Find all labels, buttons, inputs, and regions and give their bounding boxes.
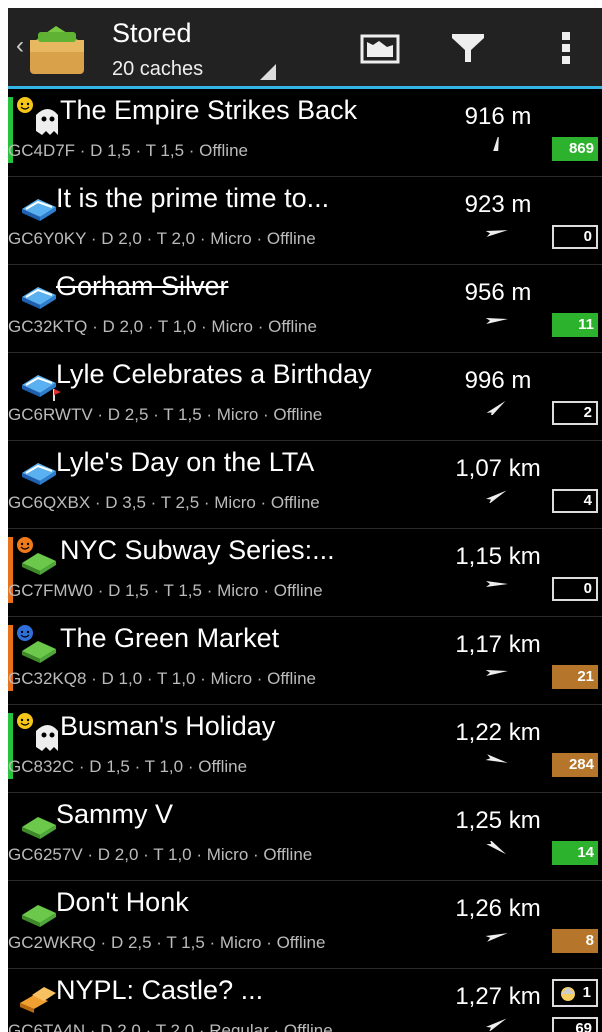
app-window: ‹ Stored 20 caches The Empire Strikes Ba… [8,8,602,1032]
cache-info: GC7FMW0 · D 1,5 · T 1,5 · Micro · Offlin… [8,581,323,600]
cache-distance: 1,26 km [455,895,541,922]
cgeo-logo-icon[interactable] [26,18,88,78]
cache-row[interactable]: Busman's Holiday GC832C · D 1,5 · T 1,0 ·… [8,705,602,793]
green-cache-blue-smiley-icon [14,623,62,667]
cache-distance: 923 m [464,191,532,218]
cache-info: GC32KTQ · D 2,0 · T 1,0 · Micro · Offlin… [8,317,317,336]
traditional-cache-icon [14,447,62,491]
cache-name: It is the prime time to... [56,183,330,213]
filter-icon[interactable] [446,26,490,70]
green-cache-smiley-icon [14,535,62,579]
ghost-icon [14,711,62,755]
direction-arrow-icon [486,401,506,415]
cache-name: NYPL: Castle? ... [56,975,264,1005]
cache-distance: 1,15 km [455,543,541,570]
found-count-badge: 284 [552,753,598,777]
cache-info: GC6QXBX · D 3,5 · T 2,5 · Micro · Offlin… [8,493,320,512]
direction-arrow-icon [485,490,507,503]
direction-arrow-icon [486,581,508,587]
page-title: Stored [112,18,192,48]
dropdown-indicator-icon[interactable] [260,64,276,80]
found-count-badge: 2 [552,401,598,425]
cache-info: GC4D7F · D 1,5 · T 1,5 · Offline [8,141,248,160]
cache-name: Lyle's Day on the LTA [56,447,315,477]
cache-info: GC6TA4N · D 2,0 · T 2,0 · Regular · Offl… [8,1021,333,1032]
cache-row[interactable]: Lyle Celebrates a Birthday GC6RWTV · D 2,… [8,353,602,441]
cache-distance: 1,17 km [455,631,541,658]
cache-distance: 1,27 km [455,983,541,1010]
cache-row[interactable]: The Green Market GC32KQ8 · D 1,0 · T 1,0 … [8,617,602,705]
direction-arrow-icon [485,669,508,676]
found-count-badge: 8 [552,929,598,953]
cache-name: NYC Subway Series:... [60,535,335,565]
trackable-count: 1 [582,984,591,1001]
cache-count: 20 caches [112,58,204,80]
multi-cache-icon [14,975,62,1019]
direction-arrow-icon [485,317,508,324]
found-count-badge: 869 [552,137,598,161]
cache-info: GC32KQ8 · D 1,0 · T 1,0 · Micro · Offlin… [8,669,316,688]
cache-info: GC832C · D 1,5 · T 1,0 · Offline [8,757,248,776]
found-count-badge: 21 [552,665,598,689]
overflow-menu-icon[interactable] [544,26,588,70]
cache-row[interactable]: Don't Honk GC2WKRQ · D 2,5 · T 1,5 · Micr… [8,881,602,969]
cache-row[interactable]: The Empire Strikes Back GC4D7F · D 1,5 · … [8,89,602,177]
cache-distance: 916 m [464,103,532,130]
traditional-cache-icon [14,271,62,315]
cache-distance: 956 m [464,279,532,306]
trackable-badge: 1 [552,979,598,1007]
cache-info: GC6Y0KY · D 2,0 · T 2,0 · Micro · Offlin… [8,229,316,248]
traditional-cache-flag-icon [14,359,62,403]
trackable-icon [561,987,575,1001]
direction-arrow-icon [486,841,507,855]
ghost-icon [14,95,62,139]
cache-name: Don't Honk [56,887,189,917]
cache-row[interactable]: Lyle's Day on the LTA GC6QXBX · D 3,5 · T… [8,441,602,529]
cache-list: The Empire Strikes Back GC4D7F · D 1,5 · … [8,89,602,1032]
action-bar: ‹ Stored 20 caches [8,8,602,86]
cache-distance: 1,25 km [455,807,541,834]
direction-arrow-icon [485,1018,507,1031]
cache-distance: 1,07 km [455,455,541,482]
green-cache-icon [14,887,62,931]
direction-arrow-icon [485,230,508,237]
found-count-badge: 11 [552,313,598,337]
cache-name: Gorham Silver [56,271,229,301]
cache-distance: 1,22 km [455,719,541,746]
direction-arrow-icon [492,137,499,151]
traditional-cache-icon [14,183,62,227]
cache-name: The Green Market [60,623,280,653]
cache-row[interactable]: NYC Subway Series:... GC7FMW0 · D 1,5 · T… [8,529,602,617]
cache-row[interactable]: Sammy V GC6257V · D 2,0 · T 1,0 · Micro ·… [8,793,602,881]
cache-name: Lyle Celebrates a Birthday [56,359,372,389]
found-count-badge: 69 [552,1017,598,1032]
map-icon[interactable] [358,26,402,70]
cache-row[interactable]: NYPL: Castle? ... GC6TA4N · D 2,0 · T 2,0… [8,969,602,1032]
green-cache-icon [14,799,62,843]
direction-arrow-icon [485,933,508,942]
found-count-badge: 14 [552,841,598,865]
direction-arrow-icon [485,754,508,763]
cache-distance: 996 m [464,367,532,394]
cache-name: Busman's Holiday [60,711,276,741]
back-chevron-icon[interactable]: ‹ [16,34,26,58]
cache-info: GC2WKRQ · D 2,5 · T 1,5 · Micro · Offlin… [8,933,326,952]
cache-name: Sammy V [56,799,174,829]
cache-info: GC6257V · D 2,0 · T 1,0 · Micro · Offlin… [8,845,313,864]
cache-row[interactable]: Gorham Silver GC32KTQ · D 2,0 · T 1,0 · M… [8,265,602,353]
found-count-badge: 0 [552,225,598,249]
cache-name: The Empire Strikes Back [60,95,358,125]
found-count-badge: 0 [552,577,598,601]
cache-row[interactable]: It is the prime time to... GC6Y0KY · D 2,… [8,177,602,265]
cache-info: GC6RWTV · D 2,5 · T 1,5 · Micro · Offlin… [8,405,323,424]
found-count-badge: 4 [552,489,598,513]
